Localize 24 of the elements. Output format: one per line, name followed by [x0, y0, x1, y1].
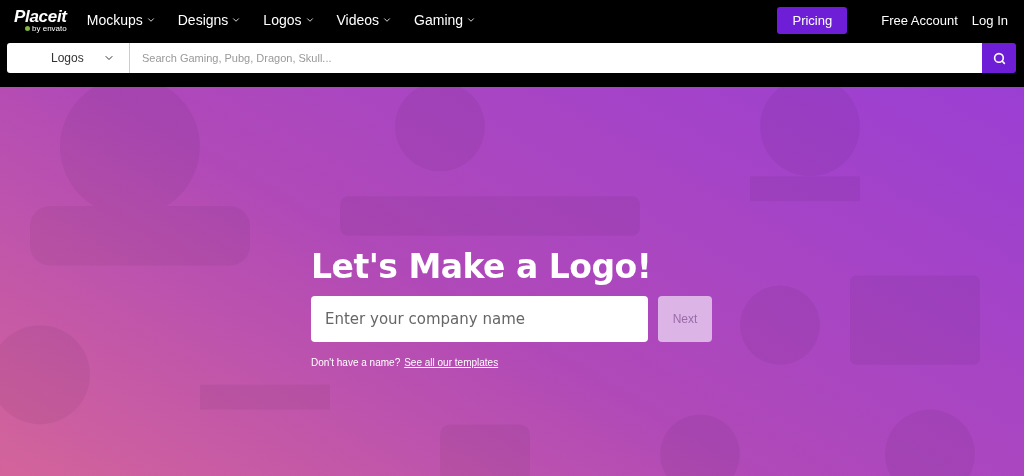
hero-title: Let's Make a Logo! — [311, 247, 653, 286]
pricing-button[interactable]: Pricing — [777, 6, 848, 34]
chevron-down-icon — [466, 15, 477, 25]
free-account-link[interactable]: Free Account — [881, 12, 958, 28]
chevron-down-icon — [231, 15, 242, 25]
nav-menu-item[interactable]: Designs — [177, 12, 242, 28]
category-dropdown[interactable]: Logos — [7, 43, 130, 73]
login-link[interactable]: Log In — [971, 12, 1008, 28]
templates-link[interactable]: See all our templates — [404, 357, 499, 368]
search-icon — [992, 51, 1006, 65]
nav-menu-item[interactable]: Videos — [336, 12, 393, 28]
company-name-field[interactable]: Enter your company name — [311, 296, 648, 342]
brand-name: Placeit — [14, 7, 67, 25]
search-button[interactable] — [982, 43, 1016, 73]
nav-menu-item[interactable]: Logos — [263, 12, 315, 28]
no-name-note: Don't have a name? — [311, 357, 401, 368]
chevron-down-icon — [382, 15, 393, 25]
nav-menu-item[interactable]: Gaming — [414, 12, 477, 28]
chevron-down-icon — [304, 15, 315, 25]
brand-logo[interactable]: Placeit by envato — [14, 7, 67, 33]
nav-menu-item[interactable]: Mockups — [86, 12, 156, 28]
brand-byline: by envato — [25, 24, 67, 33]
chevron-down-icon — [145, 15, 156, 25]
search-field[interactable]: Search Gaming, Pubg, Dragon, Skull... — [130, 43, 982, 73]
